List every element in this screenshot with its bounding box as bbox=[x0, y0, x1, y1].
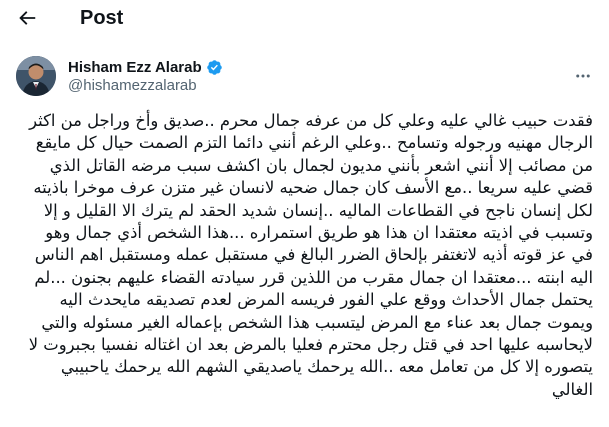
back-button[interactable] bbox=[14, 5, 40, 31]
post-text-line: من مصائب إلا أنني اشعر بأنني مديون لجمال… bbox=[49, 155, 593, 175]
avatar[interactable] bbox=[16, 56, 56, 96]
post-text-line: وتسبب في اذيته معتقدا ان هذا هو طريق است… bbox=[45, 223, 593, 243]
post-text-line: الرجال مهنيه ورجوله وتسامح ..وعلي الرغم … bbox=[35, 133, 593, 153]
page-title: Post bbox=[80, 6, 124, 29]
display-name-row: Hisham Ezz Alarab bbox=[68, 59, 223, 76]
post-text: فقدت حبيب غالي عليه وعلي كل من عرفه جمال… bbox=[16, 110, 593, 401]
post-text-line: قضي عليه سريعا ..مع الأسف كان جمال ضحيه … bbox=[33, 178, 593, 198]
post-author: Hisham Ezz Alarab @hishamezzalarab bbox=[16, 54, 593, 98]
post-text-line: يتصوره إلا كل من تعامل معه ..الله يرحمك … bbox=[60, 357, 593, 377]
top-bar: Post bbox=[0, 0, 609, 36]
post-text-line: في عز قوته أذيه لاتغتفر بإلحاق الضرر الب… bbox=[34, 245, 593, 265]
post-text-line: الغالي bbox=[551, 379, 593, 399]
arrow-left-icon bbox=[19, 11, 36, 25]
verified-badge-icon bbox=[206, 59, 222, 75]
ellipsis-icon bbox=[576, 74, 590, 78]
author-handle[interactable]: @hishamezzalarab bbox=[68, 77, 223, 94]
post-text-line: لكل إنسان ناجح في القطاعات الماليه ..إنس… bbox=[43, 200, 593, 220]
more-options-button[interactable] bbox=[573, 66, 593, 86]
post-text-line: فقدت حبيب غالي عليه وعلي كل من عرفه جمال… bbox=[29, 111, 593, 130]
author-names: Hisham Ezz Alarab @hishamezzalarab bbox=[68, 59, 223, 94]
post-text-line: يحتمل جمال الأحداث ووقع علي الفور فريسه … bbox=[59, 290, 593, 310]
display-name[interactable]: Hisham Ezz Alarab bbox=[68, 59, 202, 76]
post-text-line: ويموت جمال بعد عناء مع المرض ليتسبب هذا … bbox=[41, 312, 593, 332]
post-text-line: اليه ابنته ...معتقدا ان جمال مقرب من الل… bbox=[34, 267, 593, 287]
post-text-line: لايحاسبه عليها احد في قتل رجل محترم فعلي… bbox=[28, 335, 593, 355]
